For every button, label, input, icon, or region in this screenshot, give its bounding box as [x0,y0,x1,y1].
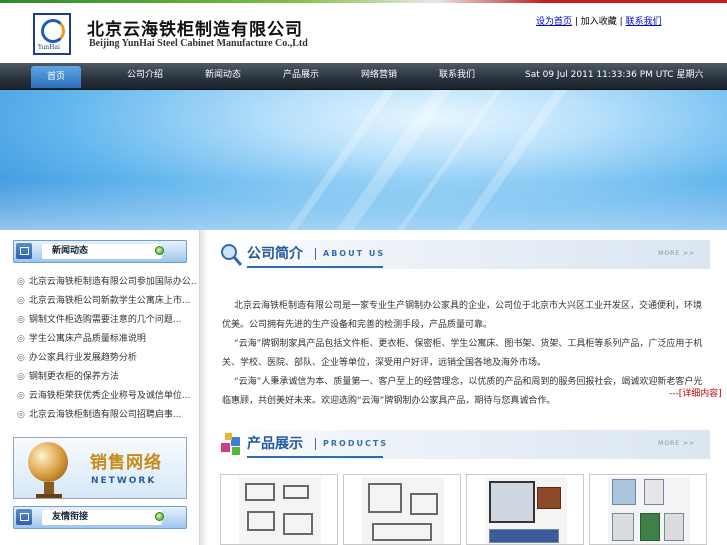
product-thumb-partition[interactable] [466,474,584,545]
title-separator [315,248,316,260]
title-separator [315,438,316,450]
site-header: YunHai 北京云海铁柜制造有限公司 Beijing YunHai Steel… [0,3,727,63]
products-title-en: PRODUCTS [323,439,389,448]
product-thumb-lockers[interactable] [589,474,707,545]
more-dot-icon[interactable] [155,246,164,255]
separator: | [616,17,626,27]
products-title: 产品展示 [247,436,303,452]
about-paragraph: “云海”人秉承诚信为本、质量第一、客户至上的经营理念，以优质的产品和周到的服务回… [222,377,703,406]
more-dot-icon[interactable] [155,512,164,521]
about-detail-link[interactable]: ---[详细内容] [669,386,722,399]
set-homepage-link[interactable]: 设为首页 [536,17,572,27]
news-item[interactable]: ◎ 钢制更衣柜的保养方法 [17,371,197,390]
logo-caption: YunHai [38,44,60,51]
bullet-icon: ◎ [17,353,25,363]
company-logo[interactable]: YunHai [33,13,71,55]
news-item[interactable]: ◎ 云海铁柜荣获优秀企业称号及诚信单位... [17,390,197,409]
news-list: ◎ 北京云海铁柜制造有限公司参加国际办公... ◎ 北京云海铁柜公司新款学生公寓床上… [17,276,197,428]
nav-home[interactable]: 首页 [31,66,81,88]
products-section-header: 产品展示 PRODUCTS MORE >> [217,430,710,459]
globe-icon [28,442,68,482]
about-title-en: ABOUT US [323,249,386,258]
about-text: 北京云海铁柜制造有限公司是一家专业生产钢制办公家具的企业，公司位于北京市大兴区工… [222,297,707,411]
product-thumb-bunk-bed[interactable] [220,474,338,545]
panel-square-icon [16,243,32,259]
product-image [608,477,690,544]
add-favorite-link[interactable]: 加入收藏 [581,17,617,27]
bullet-icon: ◎ [17,410,25,420]
logo-swirl-icon [41,19,65,43]
company-name-en: Beijing YunHai Steel Cabinet Manufacture… [89,38,308,49]
separator: | [572,17,581,27]
sales-network-title: 销售网络 [90,453,162,473]
news-item[interactable]: ◎ 学生公寓床产品质量标准说明 [17,333,197,352]
panel-square-icon [16,509,32,525]
news-item-title[interactable]: 云海铁柜荣获优秀企业称号及诚信单位... [29,391,191,401]
links-panel-header: 友情衔接 [13,506,187,529]
news-item-title[interactable]: 北京云海铁柜制造有限公司招聘启事... [29,410,182,420]
nav-products[interactable]: 产品展示 [271,63,331,88]
news-item-title[interactable]: 北京云海铁柜公司新款学生公寓床上市... [29,296,191,306]
news-item[interactable]: ◎ 北京云海铁柜公司新款学生公寓床上市... [17,295,197,314]
nav-about[interactable]: 公司介绍 [115,63,175,88]
about-paragraph: “云海”牌钢制家具产品包括文件柜、更衣柜、保密柜、学生公寓床、图书架、货架、工具… [222,339,703,368]
bullet-icon: ◎ [17,372,25,382]
product-image [485,477,567,544]
about-section-header: 公司简介 ABOUT US MORE >> [217,240,710,269]
news-item-title[interactable]: 钢制文件柜选购需要注意的几个问题... [29,315,182,325]
bullet-icon: ◎ [17,296,25,306]
sales-network-banner[interactable]: 销售网络 NETWORK [13,437,187,499]
globe-base [36,494,62,498]
bullet-icon: ◎ [17,277,25,287]
news-item[interactable]: ◎ 钢制文件柜选购需要注意的几个问题... [17,314,197,333]
cubes-icon [221,433,240,455]
title-underline [247,456,383,458]
banner-glow [0,180,727,230]
news-item[interactable]: ◎ 办公家具行业发展趋势分析 [17,352,197,371]
current-date: Sat 09 Jul 2011 11:33:36 PM UTC 星期六 [525,70,704,80]
news-item[interactable]: ◎ 北京云海铁柜制造有限公司参加国际办公... [17,276,197,295]
hero-banner [0,90,727,230]
products-more-link[interactable]: MORE >> [658,440,695,447]
company-name-cn: 北京云海铁柜制造有限公司 [87,20,303,40]
news-panel-title: 新闻动态 [42,244,162,259]
news-item-title[interactable]: 钢制更衣柜的保养方法 [29,372,119,382]
magnifier-icon [221,244,243,266]
contact-us-link[interactable]: 联系我们 [626,17,662,27]
product-image [362,477,444,544]
main-nav: 首页 公司介绍 新闻动态 产品展示 网络营销 联系我们 Sat 09 Jul 2… [0,63,727,90]
column-divider [200,230,208,545]
bullet-icon: ◎ [17,391,25,401]
news-panel-header: 新闻动态 [13,240,187,263]
news-item-title[interactable]: 学生公寓床产品质量标准说明 [29,334,146,344]
sales-network-subtitle: NETWORK [91,476,157,486]
product-gallery [220,474,710,545]
news-item[interactable]: ◎ 北京云海铁柜制造有限公司招聘启事... [17,409,197,428]
about-paragraph: 北京云海铁柜制造有限公司是一家专业生产钢制办公家具的企业，公司位于北京市大兴区工… [222,301,703,330]
bullet-icon: ◎ [17,334,25,344]
title-underline [247,266,383,268]
links-panel-title: 友情衔接 [42,510,162,525]
product-thumb-bed-frame[interactable] [343,474,461,545]
about-title: 公司简介 [247,246,303,262]
news-item-title[interactable]: 北京云海铁柜制造有限公司参加国际办公... [29,277,197,287]
about-more-link[interactable]: MORE >> [658,250,695,257]
nav-news[interactable]: 新闻动态 [193,63,253,88]
nav-marketing[interactable]: 网络营销 [349,63,409,88]
product-image [239,477,321,544]
top-links: 设为首页 | 加入收藏 | 联系我们 [536,14,662,27]
bullet-icon: ◎ [17,315,25,325]
nav-contact[interactable]: 联系我们 [427,63,487,88]
news-item-title[interactable]: 办公家具行业发展趋势分析 [29,353,137,363]
